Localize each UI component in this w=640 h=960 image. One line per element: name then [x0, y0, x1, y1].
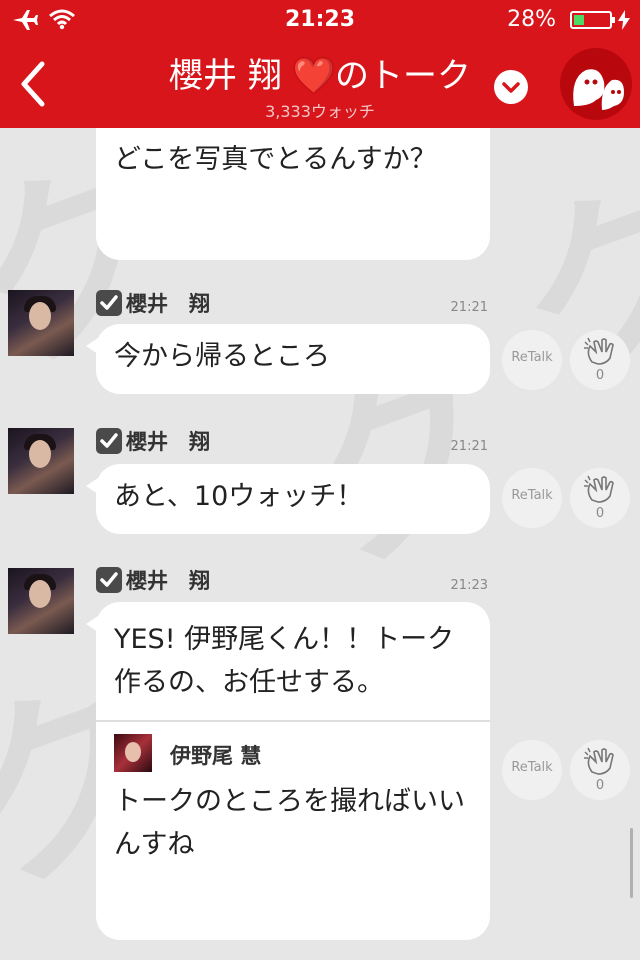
mascot-icon — [573, 69, 624, 110]
message-time: 21:21 — [450, 439, 488, 454]
talk-owner-name: 櫻井 翔 — [169, 56, 282, 96]
verified-check-icon — [96, 567, 122, 593]
dropdown-button[interactable] — [494, 70, 528, 104]
quoted-text: トークのところを撮ればいいんすね — [114, 786, 465, 860]
back-button[interactable] — [12, 58, 56, 110]
title-suffix: のトーク — [334, 56, 471, 96]
message-time: 21:21 — [450, 300, 488, 315]
message-text: あと、10ウォッチ！ — [114, 481, 364, 512]
avatar[interactable] — [8, 568, 74, 634]
status-bar: 21:23 28% — [0, 0, 640, 40]
retalk-button[interactable]: ReTalk — [502, 468, 562, 528]
sender-name: 櫻井 翔 — [126, 292, 210, 316]
avatar[interactable] — [8, 428, 74, 494]
clap-button[interactable]: 0 — [570, 468, 630, 528]
page-title: 櫻井 翔 ❤️のトーク — [120, 48, 520, 97]
clap-icon — [584, 747, 614, 775]
quoted-sender-name: 伊野尾 慧 — [170, 744, 262, 768]
sender-name: 櫻井 翔 — [126, 569, 210, 593]
message-bubble[interactable]: 今から帰るところ — [86, 324, 490, 394]
retalk-button[interactable]: ReTalk — [502, 740, 562, 800]
mascot-menu-button[interactable] — [560, 48, 632, 120]
clap-icon — [584, 475, 614, 503]
message-bubble[interactable]: YES! 伊野尾くん！！トーク作るの、お任せする。 伊野尾 慧 トークのところを… — [86, 602, 490, 940]
battery-percent: 28% — [507, 7, 556, 32]
verified-check-icon — [96, 290, 122, 316]
watch-count: 3,333ウォッチ — [265, 102, 375, 121]
charging-icon — [618, 10, 630, 30]
battery-icon — [570, 11, 615, 29]
message-bubble[interactable]: どこを写真でとるんすか？ — [96, 128, 490, 260]
clap-icon — [584, 337, 614, 365]
chevron-down-icon — [502, 82, 520, 93]
message-text: 今から帰るところ — [114, 341, 330, 372]
message-text: YES! 伊野尾くん！！トーク作るの、お任せする。 — [114, 624, 455, 698]
sender-name: 櫻井 翔 — [126, 430, 210, 454]
battery-fill — [574, 15, 584, 25]
heart-icon: ❤️ — [292, 56, 335, 96]
quoted-message[interactable]: 伊野尾 慧 トークのところを撮ればいいんすね — [96, 720, 490, 880]
nav-header: 櫻井 翔 ❤️のトーク 3,333ウォッチ — [0, 40, 640, 128]
message-text: どこを写真でとるんすか？ — [114, 144, 437, 175]
scrollbar[interactable] — [630, 828, 633, 898]
message-time: 21:23 — [450, 578, 488, 593]
clap-button[interactable]: 0 — [570, 740, 630, 800]
clap-button[interactable]: 0 — [570, 330, 630, 390]
retalk-button[interactable]: ReTalk — [502, 330, 562, 390]
message-bubble[interactable]: あと、10ウォッチ！ — [86, 464, 490, 534]
quoted-avatar — [114, 734, 152, 772]
verified-check-icon — [96, 428, 122, 454]
chat-timeline[interactable]: ク ク ク ク どこを写真でとるんすか？ 櫻井 翔 21:21 今から帰るところ… — [0, 128, 640, 960]
avatar[interactable] — [8, 290, 74, 356]
